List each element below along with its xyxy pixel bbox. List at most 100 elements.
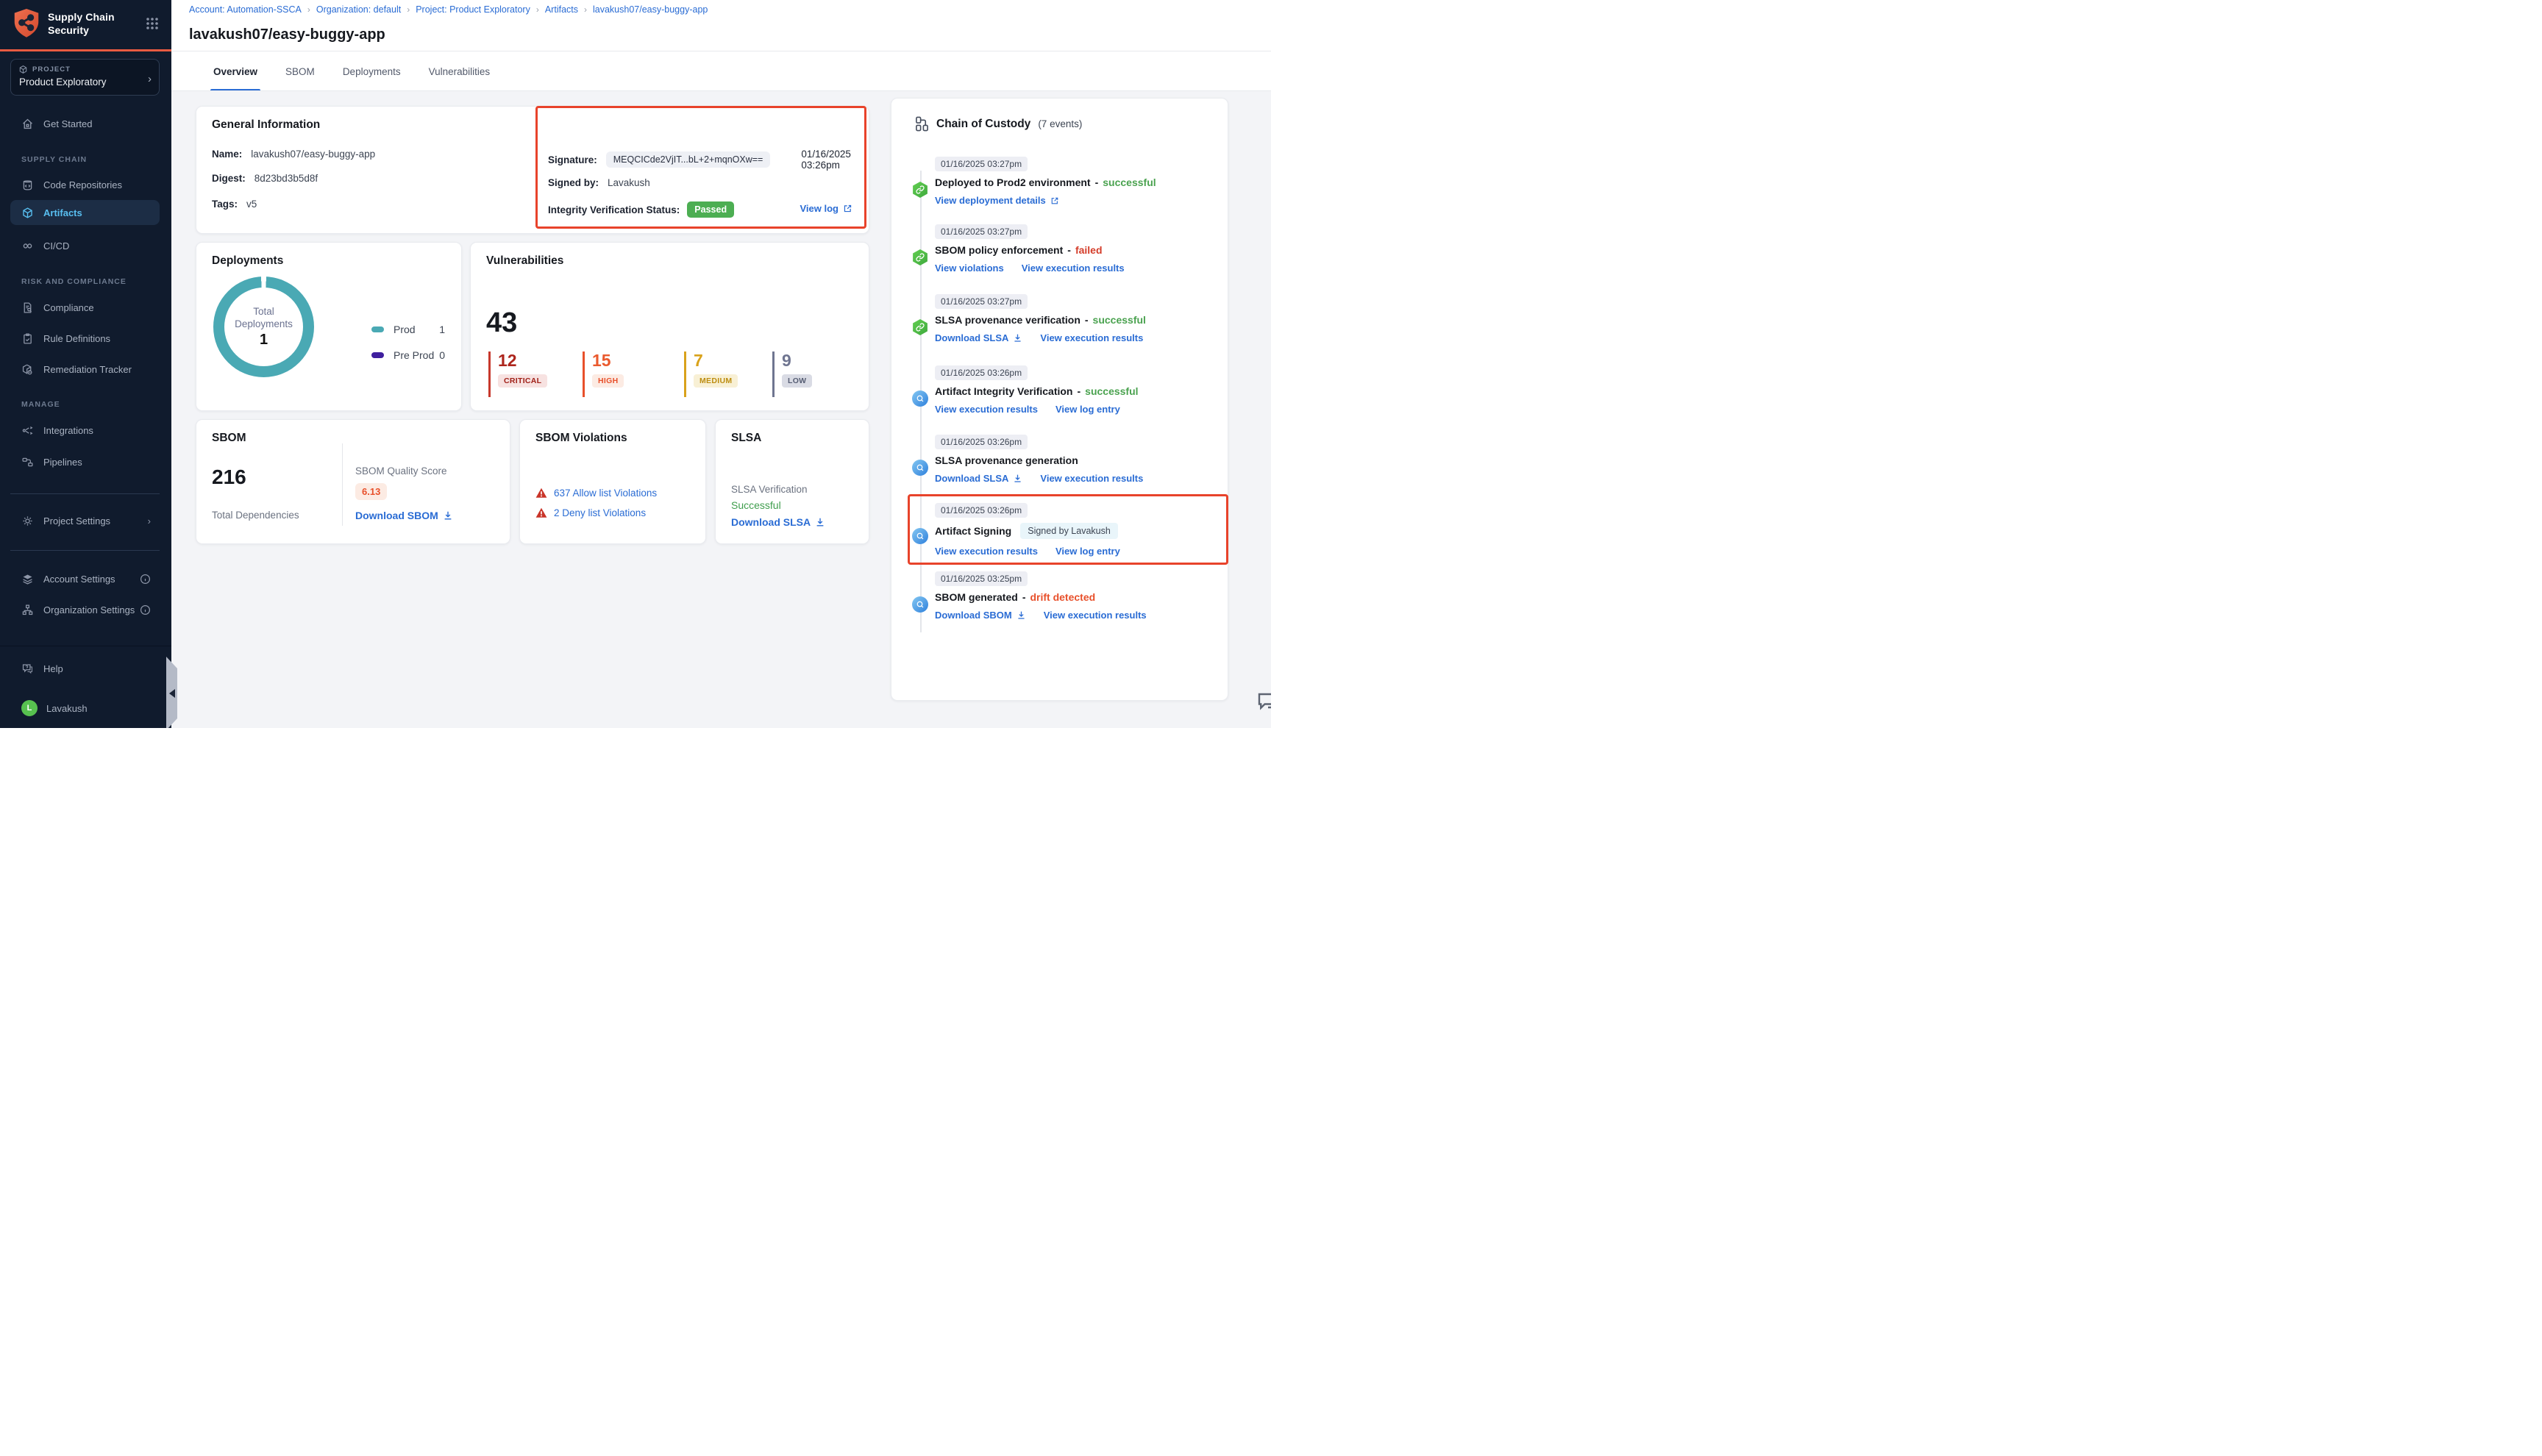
breadcrumb-artifacts[interactable]: Artifacts [545, 4, 578, 15]
chevron-right-icon: › [148, 515, 151, 527]
view-log-entry-link[interactable]: View log entry [1055, 546, 1120, 557]
vulnerabilities-total: 43 [486, 307, 517, 339]
card-title: General Information [212, 118, 320, 132]
name-row: Name:lavakush07/easy-buggy-app [212, 149, 375, 160]
gear-icon [21, 515, 34, 527]
sidebar-item-label: Integrations [43, 425, 93, 436]
download-sbom-link[interactable]: Download SBOM [355, 510, 453, 521]
breadcrumb-account[interactable]: Account: Automation-SSCA [189, 4, 302, 15]
chevron-separator: › [536, 4, 539, 15]
sidebar-item-get-started[interactable]: Get Started [10, 111, 160, 136]
severity-low: 9 LOW [772, 351, 812, 397]
sidebar-item-code-repositories[interactable]: Code Repositories [10, 172, 160, 197]
sidebar-item-artifacts[interactable]: Artifacts [10, 200, 160, 225]
signature-date: 01/16/2025 03:26pm [801, 149, 869, 171]
sidebar-item-rule-definitions[interactable]: Rule Definitions [10, 326, 160, 351]
page-header: Account: Automation-SSCA › Organization: … [171, 0, 1271, 91]
avatar: L [21, 700, 38, 716]
tab-deployments[interactable]: Deployments [343, 51, 401, 91]
view-log-link[interactable]: View log [800, 203, 853, 214]
card-title: Deployments [212, 254, 283, 268]
view-execution-results-link[interactable]: View execution results [935, 546, 1038, 557]
download-sbom-link[interactable]: Download SBOM [935, 610, 1026, 621]
scan-icon [912, 390, 928, 407]
view-execution-results-link[interactable]: View execution results [1040, 332, 1143, 343]
sidebar-item-project-settings[interactable]: Project Settings › [10, 508, 160, 533]
sidebar-item-label: Help [43, 663, 63, 674]
breadcrumb: Account: Automation-SSCA › Organization: … [189, 4, 708, 15]
sidebar-item-label: Code Repositories [43, 179, 122, 190]
sidebar-item-integrations[interactable]: Integrations [10, 418, 160, 443]
breadcrumb-project[interactable]: Project: Product Exploratory [416, 4, 530, 15]
sidebar-collapse-handle[interactable] [166, 657, 177, 728]
sbom-violations-card: SBOM Violations 637 Allow list Violation… [519, 419, 706, 544]
clipboard-check-icon [21, 332, 34, 345]
breadcrumb-current[interactable]: lavakush07/easy-buggy-app [593, 4, 708, 15]
event-status: failed [1075, 244, 1103, 256]
scan-icon [912, 596, 928, 613]
sidebar-item-help[interactable]: Help [10, 656, 160, 681]
app-logo: Supply Chain Security [12, 7, 115, 40]
sidebar-item-label: Organization Settings [43, 604, 135, 615]
prod-legend-dot [371, 326, 384, 332]
card-title: SBOM [212, 432, 246, 445]
tab-overview[interactable]: Overview [213, 51, 257, 91]
project-selector-label: PROJECT [32, 65, 71, 74]
project-selector[interactable]: PROJECT Product Exploratory › [10, 59, 160, 96]
allow-list-violations-link[interactable]: 637 Allow list Violations [554, 488, 657, 499]
app-grid-icon[interactable] [145, 16, 160, 31]
sidebar-item-label: Compliance [43, 302, 94, 313]
tags-row: Tags:v5 [212, 199, 257, 210]
tab-sbom[interactable]: SBOM [285, 51, 315, 91]
timeline-event: 01/16/2025 03:27pm SLSA provenance verif… [935, 294, 1214, 343]
sidebar-section-risk: RISK AND COMPLIANCE [21, 277, 127, 286]
sidebar-item-account-settings[interactable]: Account Settings [10, 566, 160, 591]
view-deployment-details-link[interactable]: View deployment details [935, 195, 1059, 206]
sidebar-accent-line [0, 49, 171, 51]
breadcrumb-organization[interactable]: Organization: default [316, 4, 401, 15]
view-execution-results-link[interactable]: View execution results [1022, 263, 1125, 274]
view-execution-results-link[interactable]: View execution results [1040, 473, 1143, 484]
sidebar-item-organization-settings[interactable]: Organization Settings [10, 597, 160, 622]
tab-vulnerabilities[interactable]: Vulnerabilities [429, 51, 491, 91]
view-violations-link[interactable]: View violations [935, 263, 1004, 274]
sidebar-item-compliance[interactable]: Compliance [10, 295, 160, 320]
timeline-event: 01/16/2025 03:27pm SBOM policy enforceme… [935, 224, 1214, 274]
event-timestamp: 01/16/2025 03:26pm [935, 503, 1028, 518]
sidebar-item-cicd[interactable]: CI/CD [10, 233, 160, 258]
legend-item-prod: Prod 1 [371, 324, 445, 335]
page-title: lavakush07/easy-buggy-app [189, 26, 385, 43]
view-log-entry-link[interactable]: View log entry [1055, 404, 1120, 415]
artifact-box-icon [21, 207, 34, 219]
sidebar-item-label: Rule Definitions [43, 333, 110, 344]
event-timestamp: 01/16/2025 03:27pm [935, 224, 1028, 239]
download-slsa-link[interactable]: Download SLSA [731, 516, 825, 528]
sidebar-item-pipelines[interactable]: Pipelines [10, 449, 160, 474]
signature-value: MEQCICde2VjIT...bL+2+mqnOXw== [606, 151, 771, 168]
warning-icon [535, 488, 547, 499]
total-dependencies-value: 216 [212, 465, 246, 489]
card-title: SBOM Violations [535, 432, 627, 445]
download-slsa-link[interactable]: Download SLSA [935, 332, 1022, 343]
download-slsa-link[interactable]: Download SLSA [935, 473, 1022, 484]
user-menu[interactable]: L Lavakush [10, 696, 160, 721]
remediation-cube-icon [21, 363, 34, 376]
sidebar-divider [10, 550, 160, 551]
view-execution-results-link[interactable]: View execution results [1044, 610, 1147, 621]
view-execution-results-link[interactable]: View execution results [935, 404, 1038, 415]
sidebar-item-remediation-tracker[interactable]: Remediation Tracker [10, 357, 160, 382]
legend-item-preprod: Pre Prod 0 [371, 349, 445, 361]
severity-high: 15 HIGH [583, 351, 624, 397]
deployments-card: Deployments TotalDeployments 1 Prod 1 Pr… [196, 242, 462, 411]
sidebar-item-label: Project Settings [43, 515, 110, 527]
help-chat-icon [21, 663, 34, 675]
sbom-quality-score-value: 6.13 [355, 483, 387, 500]
signed-by-badge: Signed by Lavakush [1020, 523, 1118, 539]
event-status: successful [1093, 314, 1146, 326]
deny-list-violations-link[interactable]: 2 Deny list Violations [554, 507, 646, 518]
tabs-bottom-border [171, 90, 1271, 91]
sidebar-divider [10, 493, 160, 494]
sidebar-item-label: Get Started [43, 118, 92, 129]
chat-support-icon[interactable] [1255, 690, 1271, 716]
general-information-card: General Information Name:lavakush07/easy… [196, 106, 869, 234]
